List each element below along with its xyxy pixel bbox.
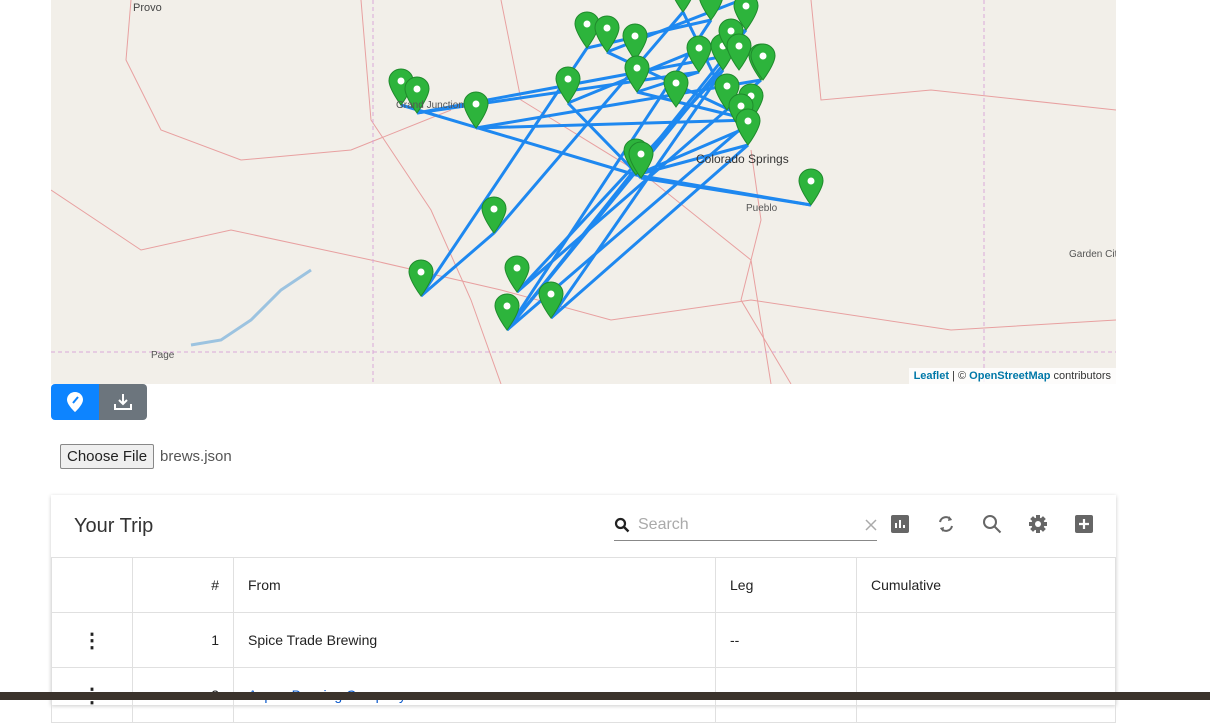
row-leg: -- [715,612,857,668]
borders [51,0,1116,384]
refresh-icon[interactable] [935,513,957,535]
row-num: 1 [132,612,234,668]
brewery-marker-icon[interactable] [663,70,689,108]
osm-link[interactable]: OpenStreetMap [969,370,1050,382]
label-colorado-springs: Colorado Springs [696,152,789,166]
locate-button[interactable] [51,384,99,420]
clear-icon[interactable] [865,519,877,531]
attr-suffix: contributors [1050,370,1111,382]
map-attribution: Leaflet | © OpenStreetMap contributors [908,368,1116,384]
row-menu-icon[interactable]: ⋮ [51,612,133,668]
gear-icon[interactable] [1027,513,1049,535]
leaflet-link[interactable]: Leaflet [914,370,949,382]
row-from: Spice Trade Brewing [233,612,716,668]
table-row: ⋮ 1 Spice Trade Brewing -- [51,612,1116,668]
brewery-marker-icon[interactable] [555,66,581,104]
download-icon [114,394,132,410]
chart-icon[interactable] [889,513,911,535]
add-icon[interactable] [1073,513,1095,535]
brewery-marker-icon[interactable] [481,196,507,234]
brewery-marker-icon[interactable] [699,0,723,21]
col-from[interactable]: From [233,557,716,613]
brewery-marker-icon[interactable] [624,55,650,93]
brewery-marker-icon[interactable] [622,23,648,61]
brewery-marker-icon[interactable] [686,35,712,73]
label-garden-city: Garden City [1069,249,1116,260]
trip-title: Your Trip [74,515,154,537]
file-name: brews.json [160,448,232,465]
label-pueblo: Pueblo [746,203,778,214]
row-cumulative [856,612,1116,668]
route-segment [505,19,713,331]
brewery-marker-icon[interactable] [726,33,752,71]
search-input[interactable]: Search [638,516,865,534]
map-canvas[interactable]: Provo Grand Junction Colorado Springs Pu… [51,0,1116,384]
choose-file-button[interactable]: Choose File [60,444,155,469]
label-provo: Provo [133,2,162,14]
brewery-marker-icon[interactable] [735,108,761,146]
roads [51,0,1116,384]
brewery-marker-icon[interactable] [671,0,695,13]
table-header: # From Leg Cumulative [51,557,1116,613]
col-menu [51,557,133,613]
search-icon-button[interactable] [981,513,1003,535]
attr-sep: | © [949,370,970,382]
brewery-marker-icon[interactable] [463,91,489,129]
search-icon [614,517,630,533]
col-cumulative[interactable]: Cumulative [856,557,1116,613]
col-leg[interactable]: Leg [715,557,857,613]
map[interactable]: Provo Grand Junction Colorado Springs Pu… [51,0,1116,384]
brewery-marker-icon[interactable] [798,168,824,206]
route-segment [516,78,762,294]
taskbar [0,692,1210,700]
trip-card: Your Trip Search # From Leg Cumulative ⋮… [51,495,1116,723]
route-segment [400,103,637,177]
lake-powell [190,268,312,347]
map-marker-icon [67,392,83,412]
brewery-marker-icon[interactable] [750,43,776,81]
search-field[interactable]: Search [614,510,877,541]
file-input[interactable]: Choose File brews.json [60,444,232,469]
col-num[interactable]: # [132,557,234,613]
label-grand-junction: Grand Junction [396,100,464,111]
label-page: Page [151,350,175,361]
download-button[interactable] [99,384,147,420]
